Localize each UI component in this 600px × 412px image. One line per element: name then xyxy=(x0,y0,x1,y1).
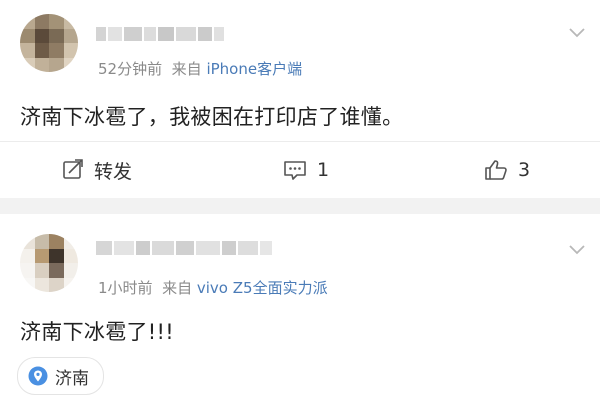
repost-button[interactable]: 转发 xyxy=(62,142,132,198)
comment-button[interactable]: 1 xyxy=(283,142,329,198)
comment-icon xyxy=(284,161,306,180)
post-meta: 52分钟前 来自 iPhone客户端 xyxy=(98,58,302,79)
post-separator xyxy=(0,198,600,214)
chevron-down-icon[interactable] xyxy=(568,24,586,42)
post-text: 济南下冰雹了，我被困在打印店了谁懂。 xyxy=(20,105,404,129)
like-button[interactable]: 3 xyxy=(484,142,530,198)
source-link[interactable]: iPhone客户端 xyxy=(206,60,302,78)
comment-count: 1 xyxy=(317,159,330,181)
thumbs-up-icon xyxy=(485,160,507,180)
avatar[interactable] xyxy=(20,14,78,72)
repost-label: 转发 xyxy=(94,160,133,183)
username-redacted[interactable] xyxy=(96,240,274,255)
repost-icon xyxy=(63,159,83,179)
post-time: 52分钟前 xyxy=(98,60,163,78)
location-pin-icon xyxy=(28,366,48,386)
post-text: 济南下冰雹了!!! xyxy=(20,320,174,344)
action-bar: 转发 1 3 xyxy=(0,141,600,198)
avatar[interactable] xyxy=(20,234,78,292)
source-link[interactable]: vivo Z5全面实力派 xyxy=(197,279,328,297)
source-prefix: 来自 xyxy=(162,279,193,297)
location-tag[interactable]: 济南 xyxy=(17,357,104,395)
location-label: 济南 xyxy=(55,368,89,389)
post-time: 1小时前 xyxy=(98,279,153,297)
source-prefix: 来自 xyxy=(171,60,202,78)
username-redacted[interactable] xyxy=(96,26,226,41)
post-meta: 1小时前 来自 vivo Z5全面实力派 xyxy=(98,277,328,298)
like-count: 3 xyxy=(518,159,531,181)
chevron-down-icon[interactable] xyxy=(568,241,586,259)
post-card: 52分钟前 来自 iPhone客户端 济南下冰雹了，我被困在打印店了谁懂。 转发… xyxy=(0,0,600,198)
